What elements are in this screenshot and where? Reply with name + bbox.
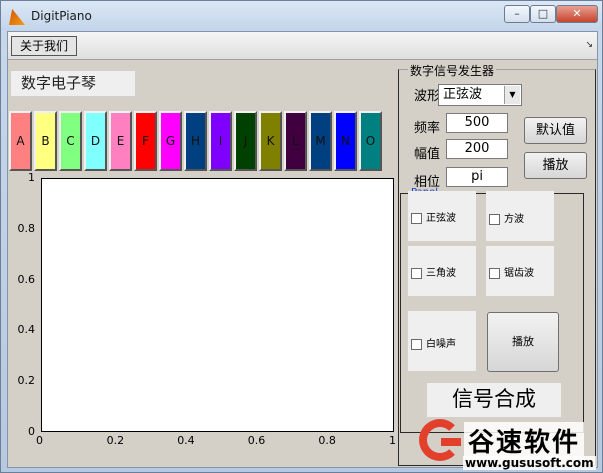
y-tick-label: 0.6 [17,272,36,286]
watermark-brand: 谷速软件 [464,422,585,459]
frequency-label: 频率 [414,121,441,136]
piano-key-a[interactable]: A [9,111,32,171]
square-label: 方波 [504,214,524,225]
x-tick-label: 0.8 [318,434,336,447]
matlab-icon [9,9,25,25]
square-checkbox[interactable]: 方波 [489,210,524,225]
triangle-label: 三角波 [426,268,456,279]
signal-synthesis-label: 信号合成 [427,383,561,417]
triangle-checkbox[interactable]: 三角波 [411,264,456,279]
piano-key-k[interactable]: K [259,111,282,171]
piano-key-j[interactable]: J [234,111,257,171]
menu-toolbar: 关于我们 ↘ [8,32,597,60]
x-tick-label: 0.4 [177,434,195,447]
y-tick-label: 0.2 [17,374,36,388]
waveform-select[interactable]: 正弦波 ▼ [438,84,522,106]
checkbox-box[interactable] [489,267,500,279]
piano-key-f[interactable]: F [134,111,157,171]
piano-key-b[interactable]: B [34,111,57,171]
about-us-button[interactable]: 关于我们 [11,36,77,56]
app-window: DigitPiano – □ ✕ 关于我们 ↘ 数字电子琴 ABCDEFGHIJ… [0,0,603,473]
piano-key-h[interactable]: H [184,111,207,171]
sawtooth-checkbox[interactable]: 锯齿波 [489,264,534,279]
piano-key-i[interactable]: I [209,111,232,171]
piano-key-g[interactable]: G [159,111,182,171]
x-tick-label: 0 [36,434,43,447]
maximize-button[interactable]: □ [530,5,556,23]
piano-key-m[interactable]: M [309,111,332,171]
y-tick-label: 0.8 [17,221,36,235]
frequency-input[interactable]: 500 [446,113,508,133]
y-tick-label: 0 [28,425,35,438]
amplitude-input[interactable]: 200 [446,139,508,159]
window-title: DigitPiano [31,9,92,23]
toolbar-dock-icon[interactable]: ↘ [585,40,593,50]
checkbox-box[interactable] [411,212,422,224]
piano-keys: ABCDEFGHIJKLMNO [9,111,382,171]
x-tick-label: 0.2 [106,434,125,447]
noise-checkbox[interactable]: 白噪声 [411,335,456,350]
piano-key-l[interactable]: L [284,111,307,171]
plot-axes [41,178,394,432]
phase-input[interactable]: pi [446,167,508,187]
chevron-down-icon[interactable]: ▼ [504,86,520,104]
panel-play-button[interactable]: 播放 [487,312,559,372]
x-tick-label: 1 [389,434,396,447]
piano-key-c[interactable]: C [59,111,82,171]
sawtooth-label: 锯齿波 [504,268,534,279]
close-button[interactable]: ✕ [556,5,598,23]
piano-key-n[interactable]: N [334,111,357,171]
waveform-label: 波形 [414,89,441,104]
title-bar: DigitPiano – □ ✕ [1,1,602,31]
y-tick-label: 1 [28,171,35,184]
default-values-button[interactable]: 默认值 [524,117,587,144]
amplitude-label: 幅值 [414,147,441,162]
minimize-button[interactable]: – [504,5,530,23]
watermark-logo-bar [441,438,461,446]
app-title-label: 数字电子琴 [10,70,136,97]
sine-checkbox[interactable]: 正弦波 [411,209,456,224]
piano-key-e[interactable]: E [109,111,132,171]
noise-label: 白噪声 [426,339,456,350]
watermark-url: www.gususoft.com [463,456,596,470]
signal-generator-title: 数字信号发生器 [408,62,497,79]
piano-key-d[interactable]: D [84,111,107,171]
checkbox-box[interactable] [411,338,422,350]
x-tick-label: 0.6 [247,434,266,447]
sine-label: 正弦波 [426,213,456,224]
y-tick-label: 0.4 [17,323,36,337]
checkbox-box[interactable] [489,213,500,225]
play-button[interactable]: 播放 [524,152,587,179]
piano-key-o[interactable]: O [359,111,382,171]
checkbox-box[interactable] [411,267,422,279]
waveform-value: 正弦波 [443,87,483,102]
